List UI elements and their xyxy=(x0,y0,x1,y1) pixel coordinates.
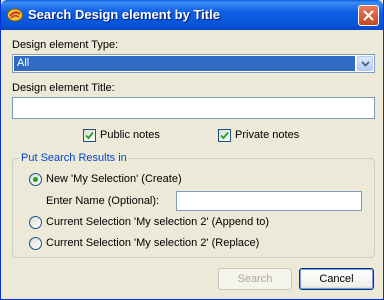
radio-new-selection[interactable] xyxy=(29,173,42,186)
cancel-button[interactable]: Cancel xyxy=(299,268,374,290)
selection-name-input[interactable] xyxy=(176,191,362,211)
enter-name-label: Enter Name (Optional): xyxy=(46,195,160,207)
search-button[interactable]: Search xyxy=(218,268,292,290)
close-button[interactable] xyxy=(358,5,379,26)
dropdown-button[interactable] xyxy=(357,56,373,71)
public-notes-checkbox[interactable] xyxy=(83,129,96,142)
title-bar[interactable]: Search Design element by Title xyxy=(1,0,383,30)
search-results-group-title: Put Search Results in xyxy=(19,152,129,164)
type-select-value: All xyxy=(14,56,355,71)
type-label: Design element Type: xyxy=(12,39,119,51)
dialog-window: Search Design element by Title Design el… xyxy=(0,0,384,300)
radio-append-selection-label[interactable]: Current Selection 'My selection 2' (Appe… xyxy=(46,216,269,228)
radio-replace-selection[interactable] xyxy=(29,237,42,250)
chevron-down-icon xyxy=(361,61,370,67)
window-title: Search Design element by Title xyxy=(28,7,220,22)
radio-new-selection-label[interactable]: New 'My Selection' (Create) xyxy=(46,173,182,185)
type-select[interactable]: All xyxy=(12,54,375,73)
check-icon xyxy=(220,131,229,140)
radio-replace-selection-label[interactable]: Current Selection 'My selection 2' (Repl… xyxy=(46,237,259,249)
radio-append-selection[interactable] xyxy=(29,216,42,229)
title-label: Design element Title: xyxy=(12,82,115,94)
lotus-notes-icon xyxy=(7,7,23,23)
private-notes-checkbox[interactable] xyxy=(218,129,231,142)
title-input[interactable] xyxy=(12,97,375,119)
radio-selected-dot xyxy=(33,177,38,182)
private-notes-label[interactable]: Private notes xyxy=(235,129,299,141)
close-icon xyxy=(363,10,374,21)
public-notes-label[interactable]: Public notes xyxy=(100,129,160,141)
check-icon xyxy=(85,131,94,140)
